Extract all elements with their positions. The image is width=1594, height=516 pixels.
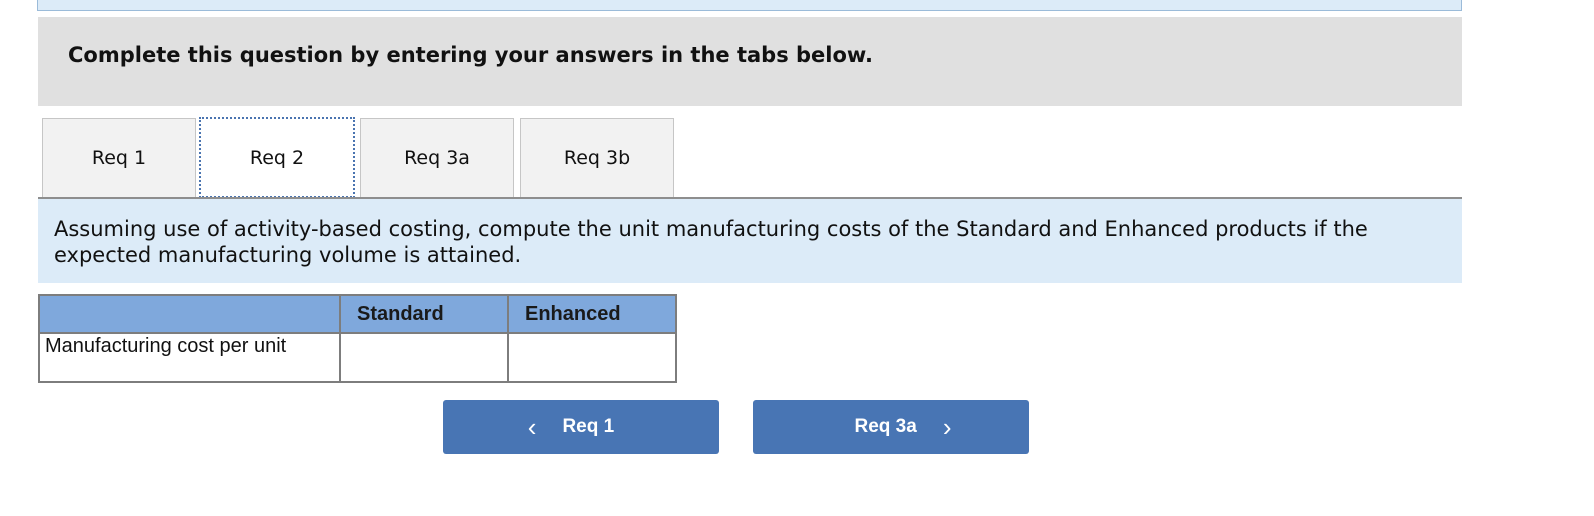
tab-label: Req 3b <box>563 147 631 169</box>
prev-req-button[interactable]: ‹ Req 1 <box>443 400 719 454</box>
header-standard: Standard <box>339 294 509 334</box>
tab-req-3b[interactable]: Req 3b <box>520 118 674 197</box>
table-header-row: Standard Enhanced <box>38 294 677 334</box>
enhanced-cell <box>507 332 677 383</box>
instructions-text: Complete this question by entering your … <box>68 43 873 67</box>
tab-label: Req 1 <box>91 147 147 169</box>
tab-label: Req 3a <box>404 147 470 169</box>
standard-cell <box>339 332 509 383</box>
next-req-button[interactable]: Req 3a › <box>753 400 1029 454</box>
enhanced-cost-input[interactable] <box>509 334 675 380</box>
tab-label: Req 2 <box>249 146 305 169</box>
header-enhanced: Enhanced <box>507 294 677 334</box>
header-blank <box>38 294 341 334</box>
tab-req-3a[interactable]: Req 3a <box>360 118 514 197</box>
next-req-label: Req 3a <box>854 416 917 437</box>
chevron-right-icon: › <box>942 412 952 442</box>
prev-req-label: Req 1 <box>562 416 615 437</box>
answer-table: Standard Enhanced Manufacturing cost per… <box>38 294 677 383</box>
row-label: Manufacturing cost per unit <box>38 332 341 383</box>
previous-panel-edge <box>37 0 1462 11</box>
prompt-text: Assuming use of activity-based costing, … <box>54 217 1368 267</box>
table-row: Manufacturing cost per unit <box>38 332 677 383</box>
instructions-banner: Complete this question by entering your … <box>38 17 1462 106</box>
question-prompt: Assuming use of activity-based costing, … <box>38 199 1462 283</box>
tab-req-2[interactable]: Req 2 <box>199 117 355 198</box>
tab-req-1[interactable]: Req 1 <box>42 118 196 197</box>
chevron-left-icon: ‹ <box>527 412 537 442</box>
standard-cost-input[interactable] <box>341 334 507 380</box>
